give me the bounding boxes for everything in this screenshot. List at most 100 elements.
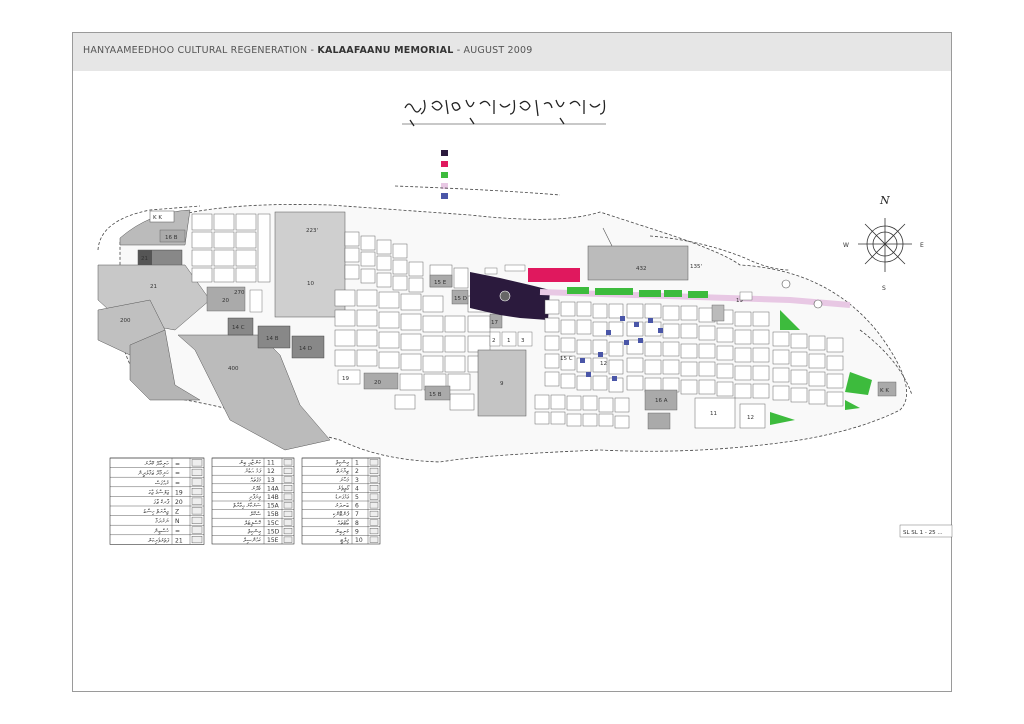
label-432: 432 (636, 266, 647, 272)
label-14d: 14 D (299, 346, 312, 352)
legend-item-swatch (283, 467, 293, 474)
legend-item-text: ވަޅުގަނޑު (335, 494, 350, 501)
legend-item-swatch (369, 528, 379, 535)
legend-swatch-pink (441, 161, 448, 167)
legend-swatch-dark (441, 150, 448, 156)
legend-item-code: 4 (355, 485, 359, 492)
legend-item-swatch (369, 519, 379, 526)
legend-item-text: ފެންޓޭންކި (333, 511, 350, 518)
legend-item-text: ވިޔަފާރި (249, 493, 262, 501)
legend-item-text: ގިލްޓީ (340, 537, 349, 544)
label-270: 270 (234, 290, 245, 296)
legend-item-text: ޒިޔާރަތް (336, 467, 349, 475)
scale-note: SL SL 1 - 25 ... (903, 530, 943, 536)
legend-item-text: މަހާނަ (340, 476, 350, 484)
label-20b: 20 (374, 380, 381, 386)
legend-item-code: 9 (355, 528, 359, 535)
legend-item-code: = (175, 461, 180, 468)
legend-item-swatch (283, 476, 293, 483)
compass-s: S (882, 285, 886, 292)
legend-item-code: 5 (355, 494, 359, 501)
legend-item-swatch (191, 526, 203, 534)
label-400: 400 (228, 366, 239, 372)
legend-item-code: 15D (267, 528, 280, 535)
legend-item-swatch (369, 476, 379, 483)
label-223: 223' (306, 228, 318, 234)
west-grid (191, 213, 271, 283)
legend-item-code: 15B (267, 511, 279, 518)
legend-item-code: 21 (175, 537, 183, 544)
label-21a: 21 (141, 256, 148, 262)
label-14b: 14 B (266, 336, 279, 342)
legend-item-swatch (369, 467, 379, 474)
legend-item-text: ހޮސްޕިޓަލް (244, 520, 262, 527)
legend-item-swatch (283, 485, 293, 492)
legend-item-text: ގޯތިތެރެ (337, 484, 350, 492)
legend-item-swatch (191, 497, 203, 505)
legend-item-swatch (191, 536, 203, 544)
legend-item-swatch (283, 519, 293, 526)
legend-item-text: ބޯޓުތައް (337, 519, 349, 527)
label-19a: 19 (342, 376, 349, 382)
legend-item-text: މިސްކިތް (248, 528, 262, 535)
legend-item-text: ނަރުދަމާ (155, 517, 170, 525)
legend-item-swatch (283, 536, 293, 543)
legend-item-text: ކަންޏާއި ބިން (239, 459, 262, 467)
legend-item-code: = (175, 480, 180, 487)
label-9: 9 (500, 381, 504, 387)
legend-item-swatch (369, 510, 379, 517)
legend-item-text: ހަނިމާދޫ ކޮށާރު (145, 460, 170, 468)
legend-item-text: ކުނިބިން (335, 528, 350, 535)
legend-item-text: ފަޅު އަބުރު (245, 468, 263, 475)
label-17: 17 (491, 320, 498, 326)
legend-swatch-blue (441, 193, 448, 199)
label-2: 2 (492, 338, 496, 344)
compass-w: W (843, 242, 849, 249)
legend-item-code: 19 (175, 489, 183, 496)
legend-item-swatch (191, 478, 203, 486)
compass-e: E (920, 242, 924, 249)
legend-item-swatch (283, 528, 293, 535)
label-kk-west: K K (153, 215, 162, 221)
label-16a: 16 A (655, 398, 668, 404)
label-21b: 21 (150, 284, 157, 290)
legend-item-text: ބަނދަރު (335, 503, 349, 510)
label-11: 11 (710, 411, 717, 417)
legend-item-swatch (191, 468, 203, 476)
legend-item-code: 8 (355, 520, 359, 527)
legend-item-swatch (369, 459, 379, 466)
label-135: 135' (690, 264, 702, 270)
legend-item-code: 20 (175, 499, 183, 506)
label-1: 1 (507, 338, 511, 344)
legend-item-code: 1 (355, 460, 359, 467)
legend-item-swatch (369, 485, 379, 492)
legend-item-text: ކައުންސިލް (243, 537, 262, 544)
legend-item-text: ޒިޔާރަތް ހިސާބު (144, 508, 170, 516)
legend-tables: ހަނިމާދޫ ކޮށާރު = ހަނިމާދޫ ޖަމާލުދީން = ރުއް… (109, 457, 381, 545)
legend-item-code: 15A (267, 503, 280, 510)
legend-item-code: 14A (267, 485, 280, 492)
label-200: 200 (120, 318, 131, 324)
pink-block (528, 268, 580, 282)
legend-item-code: = (175, 470, 180, 477)
legend-item-code: 14B (267, 494, 279, 501)
legend-item-swatch (369, 502, 379, 509)
label-15b: 15 B (429, 392, 442, 398)
legend-item-swatch (283, 459, 293, 466)
legend-item-swatch (369, 536, 379, 543)
legend-swatch-green (441, 172, 448, 178)
label-20: 20 (222, 298, 229, 304)
legend-item-swatch (191, 459, 203, 467)
legend-item-code: Z (175, 509, 179, 516)
legend-item-text: ހަނިމާދޫ ޖަމާލުދީން (138, 469, 169, 477)
legend-item-code: 15C (267, 520, 279, 527)
legend-item-code: = (175, 528, 180, 535)
legend-item-code: 3 (355, 477, 359, 484)
label-3: 3 (521, 338, 525, 344)
legend-item-code: 12 (267, 468, 275, 475)
label-kk-east: K K (880, 388, 889, 394)
legend-item-code: 11 (267, 460, 275, 467)
legend-item-text: ހުސްބިން (154, 528, 170, 535)
legend-item-text: ސްކޫލް (250, 511, 262, 518)
legend-item-text: ފަތުރުވެރިކަން (148, 537, 170, 544)
